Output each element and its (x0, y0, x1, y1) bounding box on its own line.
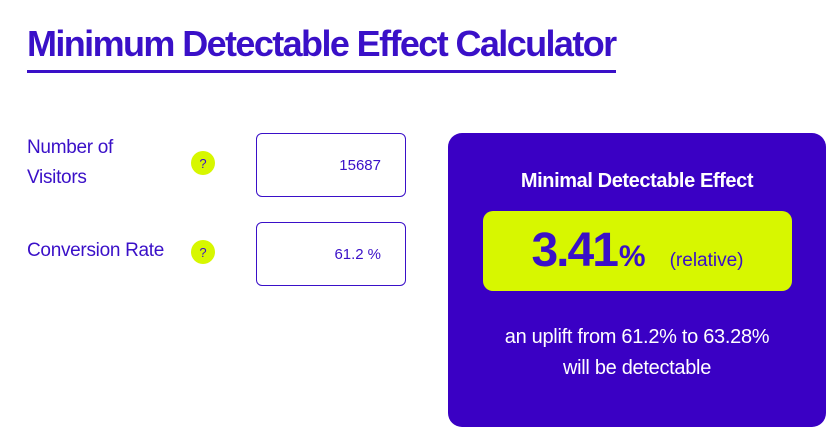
conversion-rate-label: Conversion Rate (27, 240, 165, 261)
result-panel: Minimal Detectable Effect 3.41 % (relati… (448, 133, 826, 427)
conversion-rate-unit: % (367, 245, 381, 263)
page-title: Minimum Detectable Effect Calculator (27, 23, 617, 64)
visitors-label: Number of Visitors (27, 133, 113, 193)
result-description: an uplift from 61.2% to 63.28% will be d… (448, 322, 826, 384)
visitors-input[interactable] (256, 133, 406, 197)
result-unit: % (618, 240, 646, 273)
visitors-help-icon[interactable]: ? (191, 151, 215, 175)
result-value: 3.41 (531, 224, 618, 277)
result-box: 3.41 % (relative) (483, 211, 792, 291)
page-title-underline: Minimum Detectable Effect Calculator (27, 22, 617, 73)
result-heading: Minimal Detectable Effect (520, 170, 754, 192)
visitors-label-line1: Number of (27, 137, 114, 158)
result-description-line2: will be detectable (562, 357, 712, 379)
conversion-rate-help-icon[interactable]: ? (191, 240, 215, 264)
visitors-label-line2: Visitors (27, 167, 87, 188)
conversion-rate-field[interactable]: % (256, 222, 406, 286)
conversion-rate-input[interactable] (303, 245, 364, 263)
result-note: (relative) (669, 250, 744, 271)
result-description-line1: an uplift from 61.2% to 63.28% (504, 326, 770, 348)
